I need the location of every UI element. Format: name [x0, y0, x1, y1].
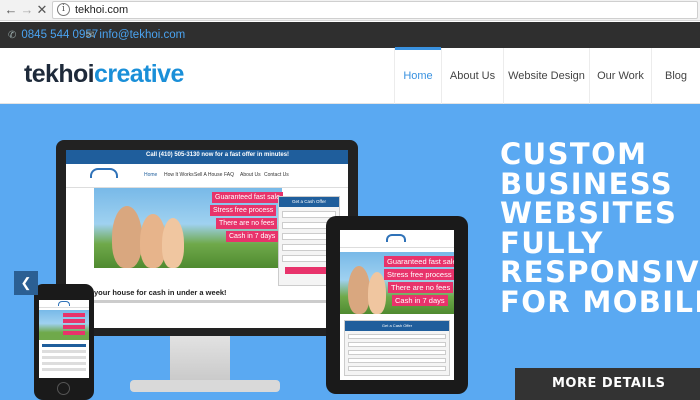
badge-shape — [63, 331, 85, 335]
phone-screen — [39, 300, 89, 378]
form-field — [348, 334, 446, 339]
email-address: info@tekhoi.com — [99, 29, 186, 41]
mockup-nav-item: Home — [144, 172, 158, 178]
site-header: tekhoicreative Home About Us Website Des… — [0, 47, 700, 104]
form-field — [348, 342, 446, 347]
mockup-heading: your house for cash in under a week! — [94, 288, 227, 297]
nav-home[interactable]: Home — [394, 47, 441, 104]
person-shape — [112, 206, 142, 268]
envelope-icon: ✉ — [86, 30, 95, 41]
chevron-left-icon: ❮ — [20, 275, 32, 290]
hero-banner: Call (410) 505-3130 now for a fast offer… — [0, 104, 700, 400]
more-details-button[interactable]: MORE DETAILS — [515, 368, 700, 400]
badge-shape — [63, 313, 85, 317]
browser-toolbar: ← → ✕ i tekhoi.com — [0, 0, 700, 21]
form-title: Get a Cash Offer — [279, 197, 339, 207]
tablet-family-photo: Guaranteed fast sale Stress free process… — [340, 252, 454, 314]
nav-website-design[interactable]: Website Design — [503, 48, 589, 104]
phone-form-head — [42, 344, 86, 347]
form-field — [348, 366, 446, 371]
nav-our-work[interactable]: Our Work — [589, 48, 651, 104]
slider-prev-button[interactable]: ❮ — [14, 271, 38, 295]
badge: There are no fees — [216, 218, 278, 229]
house-logo-icon — [386, 234, 406, 242]
mockup-nav: Home How It Works Sell A House FAQ About… — [66, 164, 348, 188]
tablet-nav — [340, 230, 454, 248]
form-title: Get a Cash Offer — [345, 321, 449, 331]
email-contact[interactable]: ✉ info@tekhoi.com — [86, 22, 185, 48]
desktop-screen: Call (410) 505-3130 now for a fast offer… — [66, 150, 348, 328]
phone-family-photo — [39, 310, 89, 340]
monitor-stand — [170, 336, 230, 386]
nav-blog[interactable]: Blog — [651, 48, 700, 104]
phone-icon: ✆ — [8, 30, 17, 41]
mockup-nav-item: How It Works — [164, 172, 194, 178]
badge: Stress free process — [210, 205, 277, 216]
badge: Cash in 7 days — [392, 295, 448, 306]
hero-title-line: FULLY — [500, 225, 604, 260]
home-button-icon — [57, 382, 70, 395]
form-field — [42, 368, 86, 371]
arrow-right-icon[interactable]: → — [19, 2, 35, 18]
mockup-paragraph — [94, 300, 344, 303]
arrow-left-icon[interactable]: ← — [3, 2, 19, 18]
info-icon[interactable]: i — [57, 3, 70, 16]
hero-title: CUSTOM BUSINESS WEBSITES FULLY RESPONSIV… — [500, 137, 700, 319]
nav-about-us[interactable]: About Us — [441, 48, 503, 104]
mockup-topline: Call (410) 505-3130 now for a fast offer… — [66, 150, 348, 164]
phone-mockup — [34, 284, 94, 400]
mockup-nav-item: Contact Us — [264, 172, 289, 178]
badge: Guaranteed fast sale — [384, 256, 454, 267]
monitor-base — [130, 380, 280, 392]
form-field — [348, 350, 446, 355]
badge: There are no fees — [388, 282, 454, 293]
hero-title-line: RESPONSIVE — [500, 255, 700, 289]
form-field — [282, 211, 336, 218]
hero-title-line: WEBSITES — [500, 196, 678, 230]
person-shape — [348, 266, 370, 314]
logo[interactable]: tekhoicreative — [24, 60, 184, 89]
address-bar[interactable]: i tekhoi.com — [52, 1, 698, 19]
badge-shape — [63, 319, 85, 323]
badge-shape — [63, 325, 85, 329]
logo-part2: creative — [94, 60, 184, 88]
house-logo-icon — [90, 168, 118, 178]
form-field — [42, 350, 86, 353]
mockup-nav-item: FAQ — [224, 172, 235, 178]
tablet-screen: Guaranteed fast sale Stress free process… — [340, 230, 454, 380]
badge: Stress free process — [384, 269, 454, 280]
hero-title-line: CUSTOM — [500, 137, 648, 171]
url-text: tekhoi.com — [75, 4, 129, 16]
badge: Guaranteed fast sale — [212, 192, 283, 203]
person-shape — [162, 218, 184, 268]
desktop-mockup: Call (410) 505-3130 now for a fast offer… — [56, 140, 358, 336]
mockup-topline-text: Call (410) 505-3130 now for a fast offer… — [146, 152, 290, 158]
badge: Cash in 7 days — [226, 231, 279, 242]
hero-title-line: FOR MOBILE — [500, 284, 700, 319]
close-icon[interactable]: ✕ — [34, 2, 50, 18]
phone-contact[interactable]: ✆ 0845 544 0957 — [8, 22, 98, 48]
hero-title-line: BUSINESS — [500, 166, 674, 201]
form-field — [42, 356, 86, 359]
mockup-nav-item: About Us — [240, 172, 261, 178]
phone-nav — [39, 300, 89, 308]
contact-bar: ✆ 0845 544 0957 ✉ info@tekhoi.com — [0, 22, 700, 48]
form-field — [42, 362, 86, 365]
house-logo-icon — [58, 301, 70, 306]
tablet-mockup: Guaranteed fast sale Stress free process… — [326, 216, 468, 394]
mockup-family-photo: Guaranteed fast sale Stress free process… — [94, 188, 283, 268]
form-field — [348, 358, 446, 363]
mockup-nav-item: Sell A House — [194, 172, 223, 178]
tablet-form: Get a Cash Offer — [344, 320, 450, 376]
logo-part1: tekhoi — [24, 60, 95, 88]
